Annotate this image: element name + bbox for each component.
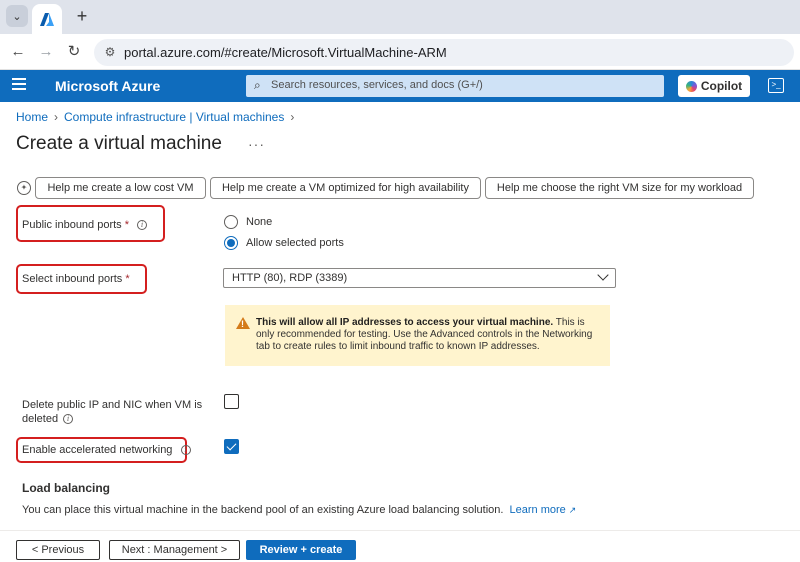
learn-more-link[interactable]: Learn more — [510, 504, 566, 516]
external-link-icon: ↗ — [568, 505, 577, 515]
required-asterisk: * — [124, 219, 130, 231]
azure-brand[interactable]: Microsoft Azure — [55, 78, 160, 94]
chevron-right-icon: › — [54, 110, 59, 124]
browser-tab-azure[interactable] — [32, 4, 62, 34]
public-inbound-ports-text: Public inbound ports — [22, 219, 122, 231]
tab-list-dropdown-icon[interactable]: ⌄ — [6, 5, 28, 27]
reload-icon[interactable]: ↻ — [64, 42, 84, 62]
radio-none[interactable]: None — [224, 215, 272, 229]
breadcrumb-home[interactable]: Home — [16, 110, 48, 124]
accelerated-networking-text: Enable accelerated networking — [22, 444, 173, 456]
copilot-icon — [685, 80, 697, 92]
hamburger-menu-icon[interactable] — [12, 78, 26, 92]
radio-button-none[interactable] — [224, 215, 238, 229]
load-balancing-title: Load balancing — [22, 481, 111, 495]
suggestion-vm-size[interactable]: Help me choose the right VM size for my … — [485, 177, 754, 199]
cloud-shell-icon[interactable]: >_ — [768, 78, 784, 93]
browser-toolbar: ← → ↻ ⚙ portal.azure.com/#create/Microso… — [0, 34, 800, 70]
chevron-down-icon — [597, 269, 609, 281]
global-search-input[interactable]: ⌕ Search resources, services, and docs (… — [246, 75, 664, 97]
load-balancing-text: You can place this virtual machine in th… — [22, 504, 504, 516]
info-icon[interactable]: i — [63, 414, 74, 425]
delete-public-ip-label: Delete public IP and NIC when VM is dele… — [22, 398, 202, 426]
search-icon: ⌕ — [254, 78, 261, 92]
forward-arrow-icon[interactable]: → — [36, 42, 56, 62]
next-management-button[interactable]: Next : Management > — [109, 540, 240, 560]
radio-allow-selected-label: Allow selected ports — [246, 237, 344, 249]
browser-tab-bar: ⌄ + — [0, 0, 800, 34]
warning-icon — [236, 317, 250, 330]
load-balancing-description: You can place this virtual machine in th… — [22, 504, 576, 516]
azure-logo-icon — [40, 12, 54, 26]
chevron-right-icon: › — [290, 110, 295, 124]
warning-message: This will allow all IP addresses to acce… — [225, 305, 610, 366]
suggestion-low-cost-vm[interactable]: Help me create a low cost VM — [35, 177, 206, 199]
new-tab-button[interactable]: + — [72, 6, 92, 26]
radio-allow-selected-ports[interactable]: Allow selected ports — [224, 236, 344, 250]
warning-bold-text: This will allow all IP addresses to acce… — [256, 317, 554, 328]
site-settings-icon[interactable]: ⚙ — [102, 45, 118, 61]
required-asterisk: * — [125, 273, 130, 285]
wizard-footer: < Previous Next : Management > Review + … — [0, 530, 800, 562]
copilot-label: Copilot — [700, 79, 743, 93]
back-arrow-icon[interactable]: ← — [8, 42, 28, 62]
info-icon[interactable]: i — [137, 220, 148, 231]
address-bar[interactable]: ⚙ portal.azure.com/#create/Microsoft.Vir… — [94, 39, 794, 66]
url-text: portal.azure.com/#create/Microsoft.Virtu… — [124, 45, 447, 60]
delete-public-ip-checkbox[interactable] — [224, 394, 239, 409]
radio-none-label: None — [246, 216, 273, 228]
inbound-ports-dropdown[interactable]: HTTP (80), RDP (3389) — [223, 268, 616, 288]
select-inbound-ports-label: Select inbound ports * — [22, 273, 130, 285]
search-placeholder: Search resources, services, and docs (G+… — [271, 79, 483, 91]
review-create-button[interactable]: Review + create — [246, 540, 356, 560]
copilot-button[interactable]: Copilot — [678, 75, 750, 97]
select-inbound-ports-text: Select inbound ports — [22, 273, 123, 285]
copilot-suggestions-icon: ✦ — [17, 181, 31, 195]
previous-button[interactable]: < Previous — [16, 540, 100, 560]
breadcrumb: Home › Compute infrastructure | Virtual … — [16, 110, 294, 124]
info-icon[interactable]: i — [180, 445, 191, 456]
accelerated-networking-label: Enable accelerated networking i — [22, 444, 191, 456]
suggestion-high-availability[interactable]: Help me create a VM optimized for high a… — [210, 177, 481, 199]
more-options-icon[interactable]: ··· — [248, 136, 265, 152]
radio-button-allow-selected[interactable] — [224, 236, 238, 250]
delete-public-ip-text-line2: deleted — [22, 413, 59, 425]
accelerated-networking-checkbox[interactable] — [224, 439, 239, 454]
public-inbound-ports-label: Public inbound ports * i — [22, 219, 148, 231]
page-title: Create a virtual machine — [16, 133, 222, 154]
breadcrumb-virtual-machines[interactable]: Compute infrastructure | Virtual machine… — [64, 110, 284, 124]
azure-top-bar: Microsoft Azure ⌕ Search resources, serv… — [0, 70, 800, 102]
inbound-ports-value: HTTP (80), RDP (3389) — [232, 272, 348, 284]
delete-public-ip-text-line1: Delete public IP and NIC when VM is — [22, 399, 203, 411]
